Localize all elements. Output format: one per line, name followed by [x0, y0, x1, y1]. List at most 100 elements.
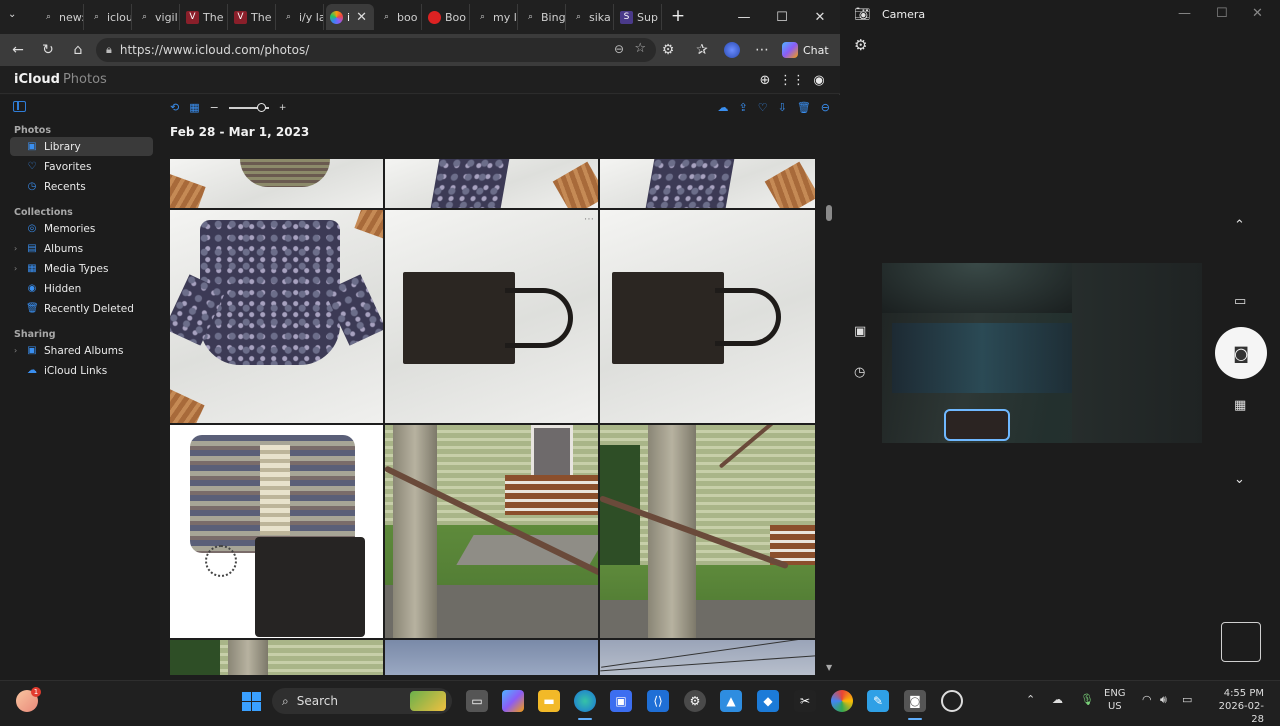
onedrive-cloud-icon[interactable]: ☁ — [1052, 693, 1063, 706]
sidebar-item-recently-deleted[interactable]: 🗑︎ Recently Deleted — [10, 299, 153, 318]
favorite-heart-icon[interactable]: ♡ — [758, 101, 768, 114]
sidebar-item-library[interactable]: ▣ Library — [10, 137, 153, 156]
new-tab-button[interactable]: + — [668, 6, 688, 26]
tab-2[interactable]: ⌕ vigil — [134, 4, 180, 30]
microphone-icon[interactable]: 🎙︎ — [1080, 693, 1094, 706]
photo-tile[interactable] — [170, 159, 383, 208]
back-arrow-icon[interactable]: ← — [6, 39, 30, 61]
zoom-slider[interactable] — [228, 102, 269, 112]
copilot-chat-button[interactable]: Chat — [782, 40, 829, 60]
photos-app-icon[interactable]: ▲ — [720, 690, 742, 712]
sidebar-item-favorites[interactable]: ♡ Favorites — [10, 157, 153, 176]
video-mode-icon[interactable]: ▭ — [1234, 294, 1246, 309]
maximize-icon[interactable]: ☐ — [768, 6, 796, 28]
capcut-icon[interactable]: ✂ — [794, 690, 816, 712]
wifi-icon[interactable]: ◠ — [1142, 693, 1152, 706]
minimize-icon[interactable]: — — [1178, 6, 1191, 21]
file-explorer-icon[interactable]: ▬ — [538, 690, 560, 712]
battery-icon[interactable]: ▭ — [1182, 693, 1192, 706]
hdr-icon[interactable]: ▣ — [854, 324, 866, 339]
shutter-button[interactable]: ◙ — [1215, 327, 1267, 379]
close-tab-icon[interactable]: ✕ — [356, 10, 367, 25]
chevron-right-icon[interactable]: › — [14, 264, 17, 273]
icloud-brand[interactable]: iCloud Photos — [14, 72, 107, 87]
tab-active-icloud[interactable]: i ✕ — [326, 4, 374, 30]
download-icon[interactable]: ⇩ — [778, 101, 787, 114]
taskbar-clock[interactable]: 4:55 PM 2026-02-28 — [1208, 687, 1264, 726]
whiteboard-icon[interactable]: ✎ — [867, 690, 889, 712]
photo-tile[interactable] — [170, 425, 383, 638]
settings-gear-icon[interactable]: ⚙ — [854, 36, 867, 54]
app-grid-icon[interactable]: ⋮⋮ — [779, 71, 805, 89]
chrome-icon[interactable] — [831, 690, 853, 712]
tab-0[interactable]: ⌕ new: — [38, 4, 84, 30]
photo-tile[interactable]: ⋯ — [385, 210, 598, 423]
photo-tile[interactable] — [170, 210, 383, 423]
calendar-view-icon[interactable]: ▦ — [189, 101, 199, 114]
tray-overflow-chevron-icon[interactable]: ⌃ — [1026, 693, 1035, 706]
tab-actions-chevron-icon[interactable]: ⌄ — [8, 9, 26, 25]
sidebar-item-media-types[interactable]: › ▦ Media Types — [10, 259, 153, 278]
sidebar-item-shared-albums[interactable]: › ▣ Shared Albums — [10, 341, 153, 360]
photo-tile[interactable] — [170, 640, 383, 675]
volume-icon[interactable]: 🔊︎ — [1160, 693, 1167, 707]
package-icon[interactable]: ◆ — [757, 690, 779, 712]
tab-9[interactable]: ⌕ my li — [472, 4, 518, 30]
url-field[interactable]: 🔒︎ https://www.icloud.com/photos/ ⊖ ☆ — [96, 38, 656, 62]
tab-8[interactable]: Boo — [424, 4, 470, 30]
favorites-bar-icon[interactable]: ✰ — [690, 39, 714, 61]
tab-7[interactable]: ⌕ boo — [376, 4, 422, 30]
rotate-icon[interactable]: ⟲ — [170, 101, 179, 114]
photo-tile[interactable] — [385, 640, 598, 675]
maximize-icon[interactable]: ☐ — [1216, 6, 1228, 21]
qr-code-icon[interactable]: ▦ — [1234, 398, 1246, 413]
scrollbar-thumb[interactable] — [826, 205, 832, 221]
zoom-icon[interactable]: ⊖ — [614, 42, 624, 56]
copilot-taskbar-icon[interactable] — [502, 690, 524, 712]
settings-icon[interactable]: ⚙ — [684, 690, 706, 712]
zoom-in-icon[interactable]: + — [279, 103, 287, 113]
gallery-thumbnail[interactable] — [1221, 622, 1261, 662]
refresh-icon[interactable]: ↻ — [36, 39, 60, 61]
photo-tile[interactable] — [385, 159, 598, 208]
sidebar-item-memories[interactable]: ◎ Memories — [10, 219, 153, 238]
add-circle-icon[interactable]: ⊕ — [756, 71, 774, 89]
more-menu-icon[interactable]: ⋯ — [750, 39, 774, 61]
home-icon[interactable]: ⌂ — [66, 39, 90, 61]
profile-avatar-icon[interactable] — [720, 39, 744, 61]
minimize-icon[interactable]: — — [730, 6, 758, 28]
store-icon[interactable]: ▣ — [610, 690, 632, 712]
chevron-right-icon[interactable]: › — [14, 244, 17, 253]
zoom-slider-knob[interactable] — [256, 102, 266, 112]
tab-4[interactable]: V The — [230, 4, 276, 30]
camera-taskbar-icon[interactable]: ◙ — [904, 690, 926, 712]
favorite-star-icon[interactable]: ☆ — [634, 41, 646, 56]
account-icon[interactable]: ◉ — [810, 71, 828, 89]
tab-10[interactable]: ⌕ Bing — [520, 4, 566, 30]
chevron-up-icon[interactable]: ⌃ — [1234, 218, 1245, 233]
taskbar-search[interactable]: ⌕ Search — [272, 688, 452, 714]
upload-icon[interactable]: ☁ — [718, 101, 729, 114]
close-window-icon[interactable]: ✕ — [1252, 6, 1263, 21]
tab-1[interactable]: ⌕ iclou — [86, 4, 132, 30]
share-icon[interactable]: ⇪ — [739, 101, 748, 114]
tab-12[interactable]: S Sup — [616, 4, 662, 30]
photo-tile[interactable] — [600, 640, 815, 675]
more-options-icon[interactable]: ⊖ — [821, 101, 830, 114]
tab-11[interactable]: ⌕ sika — [568, 4, 614, 30]
clock-app-icon[interactable] — [941, 690, 963, 712]
close-window-icon[interactable]: ✕ — [806, 6, 834, 28]
photo-tile[interactable] — [385, 425, 598, 638]
task-view-icon[interactable]: ▭ — [466, 690, 488, 712]
delete-trash-icon[interactable]: 🗑︎ — [797, 101, 811, 114]
zoom-out-icon[interactable]: − — [210, 101, 219, 114]
tab-5[interactable]: ⌕ i/y la — [278, 4, 324, 30]
vscode-icon[interactable]: ⟨⟩ — [647, 690, 669, 712]
timer-off-icon[interactable]: ◷ — [854, 365, 865, 380]
sidebar-item-recents[interactable]: ◷ Recents — [10, 177, 153, 196]
photo-tile[interactable] — [600, 210, 815, 423]
chevron-right-icon[interactable]: › — [14, 346, 17, 355]
sidebar-toggle-icon[interactable] — [13, 101, 26, 112]
photo-tile[interactable] — [600, 159, 815, 208]
sidebar-item-icloud-links[interactable]: ☁ iCloud Links — [10, 361, 153, 380]
